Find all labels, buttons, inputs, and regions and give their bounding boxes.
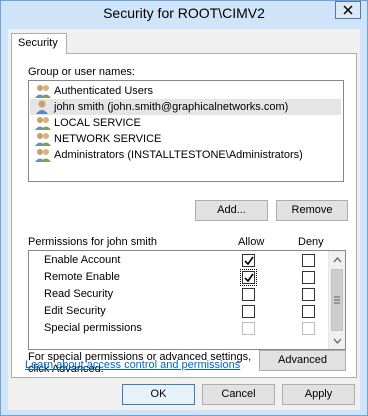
permission-name: Special permissions	[44, 322, 142, 334]
allow-read-security-checkbox[interactable]	[242, 288, 255, 301]
user-label: NETWORK SERVICE	[54, 133, 162, 145]
grip-icon	[334, 296, 340, 304]
group-user-names-label: Group or user names:	[28, 66, 135, 78]
list-item-local-service[interactable]: LOCAL SERVICE	[30, 115, 341, 131]
allow-special-permissions-checkbox	[242, 322, 255, 335]
user-icon	[36, 100, 48, 114]
deny-column-header: Deny	[298, 236, 324, 248]
group-icon	[35, 85, 51, 98]
close-button[interactable]	[335, 1, 361, 19]
chevron-up-icon	[333, 256, 341, 262]
allow-column-header: Allow	[238, 236, 265, 248]
permission-row-edit-security: Edit Security	[29, 303, 334, 320]
group-icon	[35, 117, 51, 130]
deny-special-permissions-checkbox	[302, 322, 315, 335]
user-list[interactable]: Authenticated Users john smith (john.smi…	[28, 80, 344, 182]
chevron-down-icon	[333, 338, 341, 344]
permissions-list[interactable]: Enable Account Remote Enable Read Securi…	[28, 250, 346, 350]
permission-row-enable-account: Enable Account	[29, 252, 334, 269]
permission-row-special-permissions: Special permissions	[29, 320, 334, 337]
add-button[interactable]: Add...	[195, 200, 268, 221]
list-item-network-service[interactable]: NETWORK SERVICE	[30, 131, 341, 147]
apply-button[interactable]: Apply	[282, 384, 355, 405]
permission-row-remote-enable: Remote Enable	[29, 269, 334, 286]
scroll-up-button[interactable]	[329, 251, 345, 268]
checkmark-icon	[244, 273, 254, 283]
user-label: john smith (john.smith@graphicalnetworks…	[54, 101, 289, 113]
scroll-thumb[interactable]	[331, 269, 343, 331]
permission-name: Read Security	[44, 288, 114, 300]
tab-security[interactable]: Security	[11, 33, 67, 54]
allow-remote-enable-checkbox[interactable]	[240, 269, 257, 286]
allow-enable-account-checkbox[interactable]	[242, 254, 255, 267]
user-label: Authenticated Users	[54, 85, 154, 97]
deny-read-security-checkbox[interactable]	[302, 288, 315, 301]
learn-access-control-link[interactable]: Learn about access control and permissio…	[25, 359, 240, 371]
dialog-body: Security Group or user names: Authentica…	[8, 29, 360, 410]
list-item-administrators[interactable]: Administrators (INSTALLTESTONE\Administr…	[30, 147, 341, 163]
permission-name: Enable Account	[44, 254, 121, 266]
user-label: Administrators (INSTALLTESTONE\Administr…	[54, 149, 303, 161]
title-bar[interactable]: Security for ROOT\CIMV2	[1, 1, 367, 29]
user-label: LOCAL SERVICE	[54, 117, 141, 129]
deny-remote-enable-checkbox[interactable]	[302, 271, 315, 284]
checkmark-icon	[244, 256, 254, 266]
permission-row-read-security: Read Security	[29, 286, 334, 303]
permission-name: Remote Enable	[44, 271, 120, 283]
security-tab-panel: Group or user names: Authenticated Users…	[11, 53, 357, 378]
advanced-button[interactable]: Advanced	[259, 350, 346, 371]
group-icon	[35, 149, 51, 162]
list-item-john-smith[interactable]: john smith (john.smith@graphicalnetworks…	[30, 99, 341, 115]
remove-button[interactable]: Remove	[276, 200, 348, 221]
group-icon	[35, 133, 51, 146]
window-title: Security for ROOT\CIMV2	[103, 5, 265, 21]
deny-enable-account-checkbox[interactable]	[302, 254, 315, 267]
scroll-down-button[interactable]	[329, 332, 345, 349]
allow-edit-security-checkbox[interactable]	[242, 305, 255, 318]
list-item-authenticated-users[interactable]: Authenticated Users	[30, 83, 341, 99]
permissions-for-label: Permissions for john smith	[28, 236, 157, 248]
close-icon	[343, 5, 353, 15]
permissions-scrollbar[interactable]	[328, 251, 345, 349]
ok-button[interactable]: OK	[122, 384, 195, 405]
deny-edit-security-checkbox[interactable]	[302, 305, 315, 318]
permission-name: Edit Security	[44, 305, 106, 317]
security-dialog-window: Security for ROOT\CIMV2 Security Group o…	[0, 0, 368, 416]
cancel-button[interactable]: Cancel	[202, 384, 275, 405]
